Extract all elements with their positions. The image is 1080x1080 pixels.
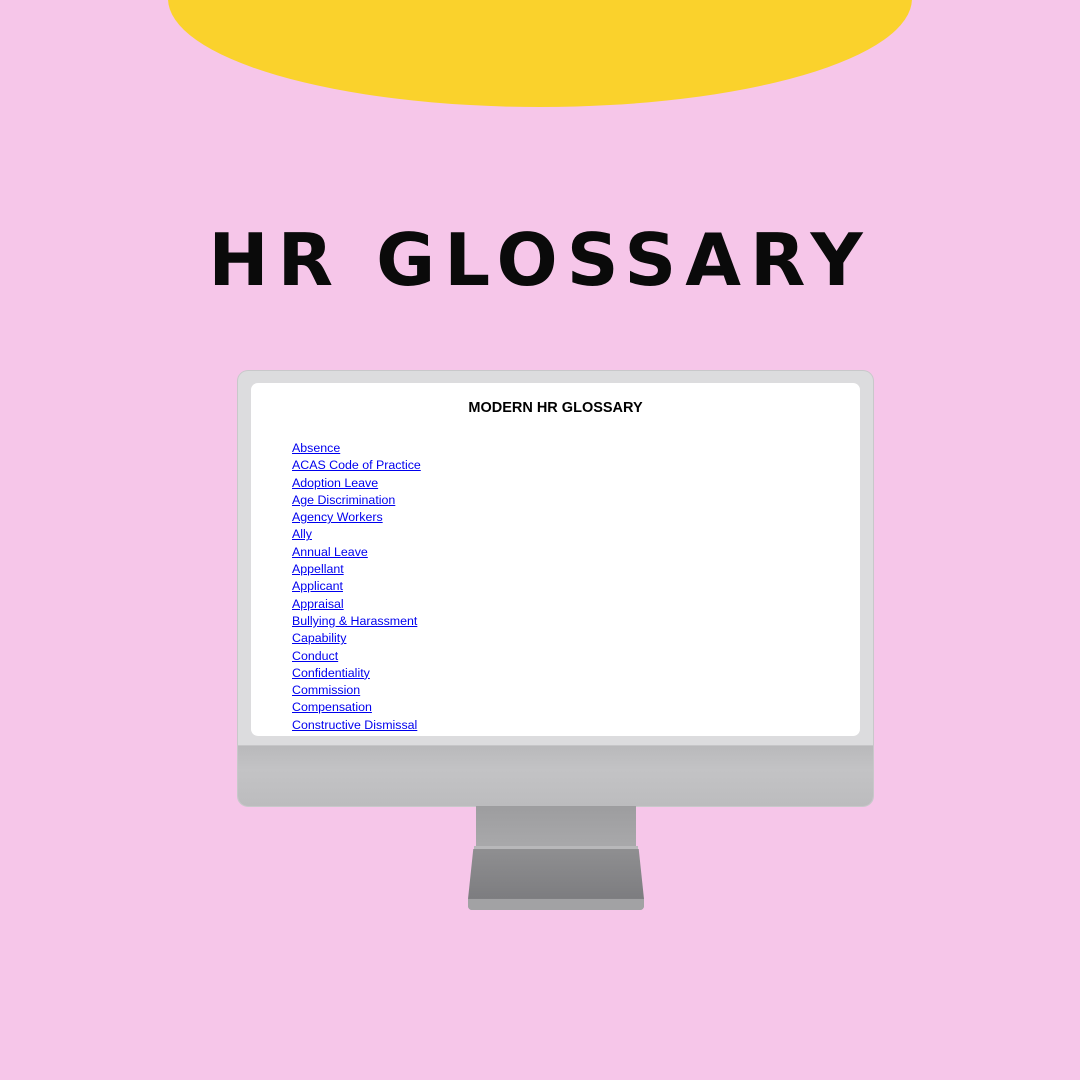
list-item: Confidentiality: [292, 663, 421, 680]
glossary-link-compensation[interactable]: Compensation: [292, 700, 372, 714]
glossary-link-age-discrimination[interactable]: Age Discrimination: [292, 493, 395, 507]
list-item: Appellant: [292, 559, 421, 576]
glossary-link-ally[interactable]: Ally: [292, 527, 312, 541]
glossary-heading: MODERN HR GLOSSARY: [468, 400, 643, 416]
how-to-banner: HOW-TO: [168, 0, 912, 107]
list-item: Constructive Dismissal: [292, 715, 421, 732]
page-title: HR GLOSSARY: [208, 218, 872, 302]
monitor-stand-neck: [476, 806, 636, 848]
list-item: Appraisal: [292, 594, 421, 611]
list-item: Annual Leave: [292, 542, 421, 559]
list-item: Agency Workers: [292, 507, 421, 524]
glossary-link-absence[interactable]: Absence: [292, 441, 340, 455]
list-item: ACAS Code of Practice: [292, 455, 421, 472]
list-item: Adoption Leave: [292, 473, 421, 490]
glossary-link-agency-workers[interactable]: Agency Workers: [292, 510, 383, 524]
list-item: Capability: [292, 628, 421, 645]
monitor-chin: [238, 745, 873, 806]
glossary-link-commission[interactable]: Commission: [292, 683, 360, 697]
glossary-link-applicant[interactable]: Applicant: [292, 579, 343, 593]
list-item: Commission: [292, 680, 421, 697]
glossary-link-bullying-harassment[interactable]: Bullying & Harassment: [292, 614, 417, 628]
monitor-stand-joint: [474, 846, 638, 849]
list-item: Age Discrimination: [292, 490, 421, 507]
list-item: Conduct: [292, 646, 421, 663]
glossary-link-annual-leave[interactable]: Annual Leave: [292, 545, 368, 559]
list-item: Absence: [292, 438, 421, 455]
glossary-link-list: Absence ACAS Code of Practice Adoption L…: [292, 438, 421, 732]
glossary-link-constructive-dismissal[interactable]: Constructive Dismissal: [292, 718, 417, 732]
monitor-screen: MODERN HR GLOSSARY Absence ACAS Code of …: [251, 383, 860, 736]
glossary-link-confidentiality[interactable]: Confidentiality: [292, 666, 370, 680]
glossary-link-acas-code-of-practice[interactable]: ACAS Code of Practice: [292, 458, 421, 472]
glossary-link-adoption-leave[interactable]: Adoption Leave: [292, 476, 378, 490]
list-item: Bullying & Harassment: [292, 611, 421, 628]
glossary-link-appellant[interactable]: Appellant: [292, 562, 344, 576]
list-item: Compensation: [292, 697, 421, 714]
glossary-link-conduct[interactable]: Conduct: [292, 649, 338, 663]
glossary-link-capability[interactable]: Capability: [292, 631, 346, 645]
list-item: Ally: [292, 524, 421, 541]
list-item: Applicant: [292, 576, 421, 593]
monitor-stand-base-edge: [468, 899, 644, 910]
glossary-link-appraisal[interactable]: Appraisal: [292, 597, 344, 611]
monitor-display: MODERN HR GLOSSARY Absence ACAS Code of …: [238, 371, 873, 806]
